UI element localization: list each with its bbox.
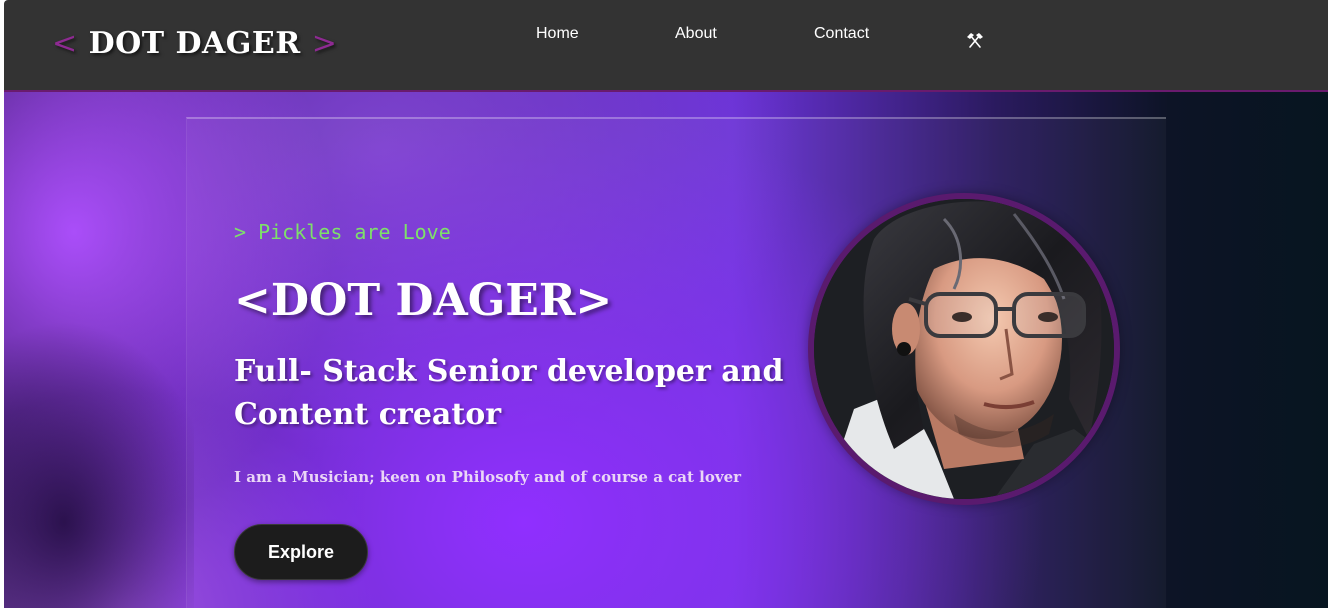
hero-tagline: > Pickles are Love — [234, 220, 451, 244]
hero-description: I am a Musician; keen on Philosofy and o… — [234, 468, 742, 486]
nav-link-contact[interactable]: Contact — [814, 25, 869, 43]
brand-left-chevron: < — [52, 26, 78, 61]
navbar: < DOT DAGER > Home About Contact — [4, 0, 1328, 92]
hero-title: <DOT DAGER> — [234, 275, 613, 326]
hero-section: > Pickles are Love <DOT DAGER> Full- Sta… — [4, 92, 1328, 608]
hammer-pick-icon[interactable] — [966, 32, 984, 50]
profile-avatar — [808, 193, 1120, 505]
portrait-illustration — [814, 199, 1114, 499]
brand-logo[interactable]: < DOT DAGER > — [52, 26, 337, 61]
hero-subtitle: Full- Stack Senior developer and Content… — [234, 354, 784, 432]
nav-link-about[interactable]: About — [675, 25, 717, 43]
brand-name: DOT DAGER — [88, 26, 301, 61]
hero-shadow — [4, 322, 194, 608]
brand-right-chevron: > — [311, 26, 338, 61]
page-frame: < DOT DAGER > Home About Contact > Pickl… — [4, 0, 1328, 608]
explore-button[interactable]: Explore — [234, 524, 368, 580]
nav-link-home[interactable]: Home — [536, 25, 579, 43]
